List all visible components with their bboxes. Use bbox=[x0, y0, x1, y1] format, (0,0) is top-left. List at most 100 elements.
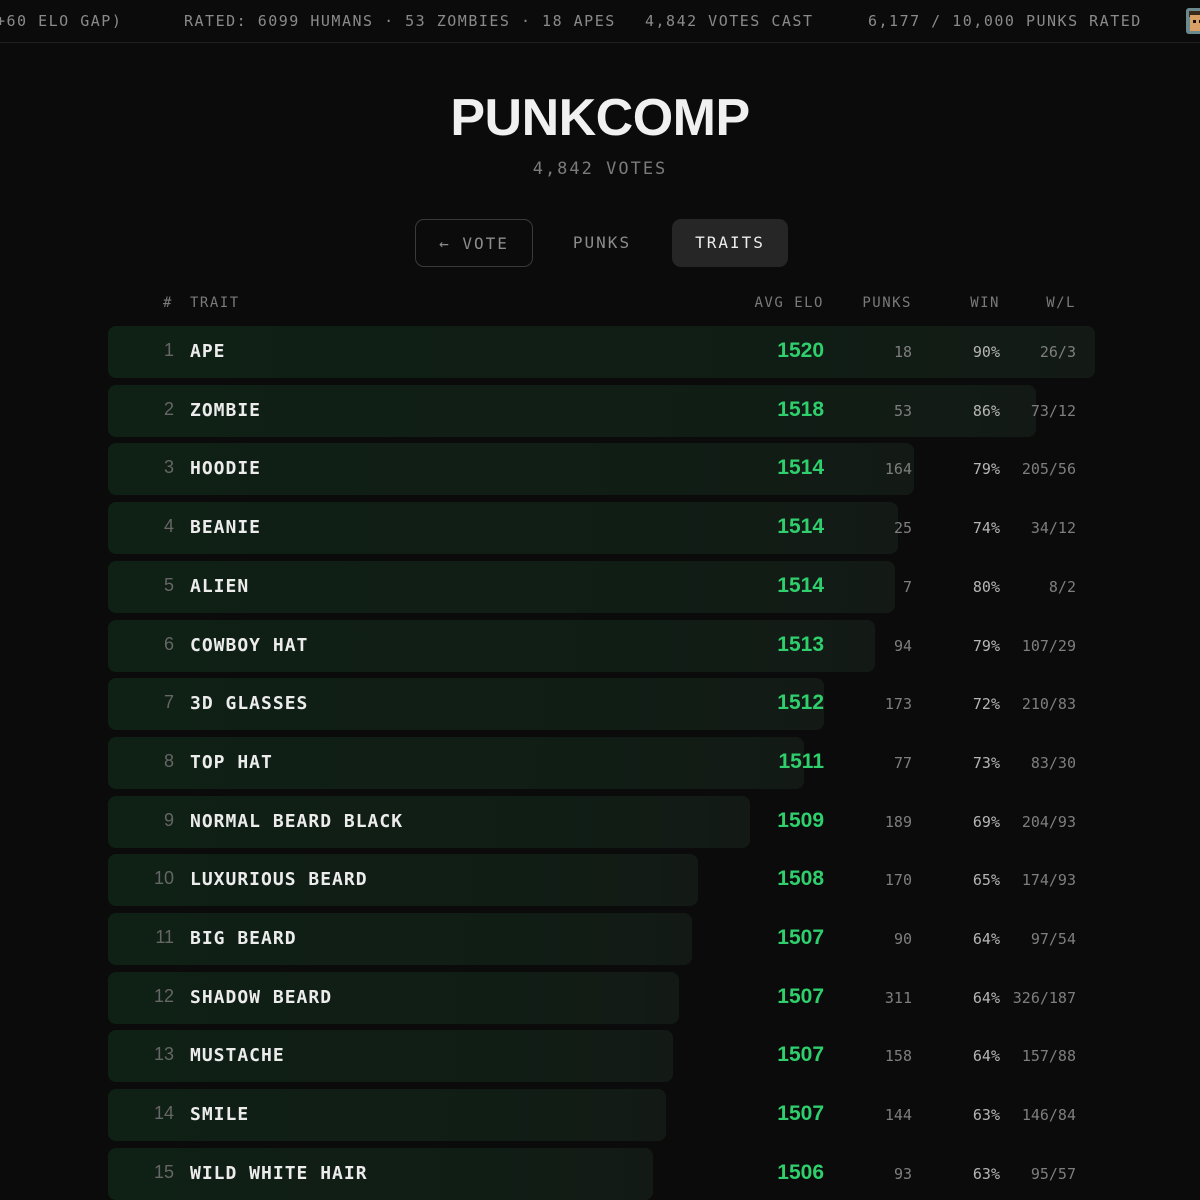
column-header-trait[interactable]: TRAIT bbox=[190, 295, 240, 311]
row-trait-name: TOP HAT bbox=[190, 751, 273, 773]
row-punk-count: 173 bbox=[884, 695, 912, 714]
row-punk-count: 53 bbox=[893, 401, 912, 420]
table-row[interactable]: 10 LUXURIOUS BEARD 1508 170 65% 174/93 bbox=[0, 854, 1200, 907]
row-rank: 3 bbox=[163, 457, 174, 478]
row-win-loss: 146/84 bbox=[1021, 1106, 1076, 1125]
row-rank: 5 bbox=[163, 574, 174, 595]
row-trait-name: LUXURIOUS BEARD bbox=[190, 869, 368, 891]
row-win-rate: 86% bbox=[972, 401, 1000, 420]
row-punk-count: 164 bbox=[884, 460, 912, 479]
tab-traits[interactable]: TRAITS bbox=[672, 219, 788, 267]
table-row[interactable]: 4 BEANIE 1514 25 74% 34/12 bbox=[0, 502, 1200, 555]
row-rank: 7 bbox=[163, 692, 174, 713]
row-punk-count: 170 bbox=[884, 871, 912, 890]
row-win-rate: 74% bbox=[972, 519, 1000, 538]
tab-vote[interactable]: ← VOTE bbox=[415, 219, 533, 267]
row-punk-count: 7 bbox=[902, 577, 912, 596]
row-rank: 9 bbox=[163, 809, 174, 830]
row-trait-name: COWBOY HAT bbox=[190, 634, 309, 656]
row-rank: 10 bbox=[153, 868, 174, 889]
row-trait-name: MUSTACHE bbox=[190, 1045, 285, 1067]
row-win-loss: 205/56 bbox=[1021, 460, 1076, 479]
row-avg-elo: 1509 bbox=[777, 808, 824, 832]
row-punk-count: 77 bbox=[893, 753, 912, 772]
row-avg-elo: 1513 bbox=[777, 632, 824, 656]
row-rank: 4 bbox=[163, 516, 174, 537]
tab-punks[interactable]: PUNKS bbox=[552, 219, 652, 267]
column-header-wl[interactable]: W/L bbox=[1046, 295, 1076, 311]
row-trait-name: SHADOW BEARD bbox=[190, 986, 333, 1008]
row-win-loss: 157/88 bbox=[1021, 1047, 1076, 1066]
vote-count-subtitle: 4,842 VOTES bbox=[532, 159, 668, 179]
row-avg-elo: 1512 bbox=[777, 691, 824, 715]
column-header-avg-elo[interactable]: AVG ELO bbox=[754, 295, 824, 311]
table-row[interactable]: 13 MUSTACHE 1507 158 64% 157/88 bbox=[0, 1030, 1200, 1083]
table-row[interactable]: 14 SMILE 1507 144 63% 146/84 bbox=[0, 1089, 1200, 1142]
row-punk-count: 18 bbox=[893, 343, 912, 361]
ticker-votes-cast: 4,842 VOTES CAST bbox=[645, 12, 814, 30]
row-rank: 12 bbox=[153, 985, 174, 1006]
row-rank: 13 bbox=[153, 1044, 174, 1065]
row-win-loss: 210/83 bbox=[1021, 695, 1076, 714]
table-row[interactable]: 7 3D GLASSES 1512 173 72% 210/83 bbox=[0, 678, 1200, 731]
row-rank: 6 bbox=[163, 633, 174, 654]
row-win-rate: 64% bbox=[972, 988, 1000, 1007]
row-punk-count: 25 bbox=[893, 519, 912, 538]
row-win-rate: 64% bbox=[972, 1047, 1000, 1066]
table-row[interactable]: 11 BIG BEARD 1507 90 64% 97/54 bbox=[0, 913, 1200, 965]
row-avg-elo: 1507 bbox=[777, 1102, 824, 1126]
view-tabs: ← VOTE PUNKS TRAITS bbox=[0, 219, 1200, 269]
row-avg-elo: 1507 bbox=[777, 984, 824, 1008]
row-trait-name: 3D GLASSES bbox=[190, 693, 309, 715]
table-row[interactable]: 6 COWBOY HAT 1513 94 79% 107/29 bbox=[0, 619, 1200, 672]
table-row[interactable]: 9 NORMAL BEARD BLACK 1509 189 69% 204/93 bbox=[0, 795, 1200, 848]
row-win-loss: 73/12 bbox=[1030, 401, 1076, 420]
row-trait-name: HOODIE bbox=[190, 458, 262, 480]
row-punk-count: 311 bbox=[884, 988, 912, 1007]
row-trait-name: NORMAL BEARD BLACK bbox=[190, 810, 404, 832]
row-rank: 14 bbox=[153, 1103, 174, 1124]
row-avg-elo: 1514 bbox=[777, 515, 824, 539]
column-header-win[interactable]: WIN bbox=[970, 295, 1000, 311]
table-row[interactable]: 1 APE 1520 18 90% 26/3 bbox=[0, 326, 1200, 378]
row-rank: 15 bbox=[153, 1161, 174, 1182]
row-trait-name: WILD WHITE HAIR bbox=[190, 1162, 368, 1184]
row-win-rate: 63% bbox=[972, 1106, 1000, 1125]
column-header-rank: # bbox=[163, 295, 173, 311]
row-win-rate: 79% bbox=[972, 460, 1000, 479]
row-trait-name: APE bbox=[190, 341, 226, 362]
row-rank: 2 bbox=[163, 398, 174, 419]
row-avg-elo: 1508 bbox=[777, 867, 824, 891]
row-avg-elo: 1507 bbox=[777, 926, 824, 949]
row-trait-name: ALIEN bbox=[190, 575, 250, 597]
row-win-rate: 80% bbox=[972, 577, 1000, 596]
row-avg-elo: 1507 bbox=[777, 1043, 824, 1067]
row-rank: 1 bbox=[163, 340, 174, 360]
row-win-rate: 63% bbox=[972, 1164, 1000, 1183]
table-row[interactable]: 12 SHADOW BEARD 1507 311 64% 326/187 bbox=[0, 971, 1200, 1024]
row-punk-count: 158 bbox=[884, 1047, 912, 1066]
column-header-punks[interactable]: PUNKS bbox=[862, 295, 912, 311]
table-row[interactable]: 5 ALIEN 1514 7 80% 8/2 bbox=[0, 560, 1200, 613]
ticker-rated-counts: RATED: 6099 HUMANS · 53 ZOMBIES · 18 APE… bbox=[184, 12, 616, 30]
row-avg-elo: 1514 bbox=[777, 456, 824, 480]
row-win-loss: 204/93 bbox=[1021, 812, 1076, 831]
row-trait-name: BEANIE bbox=[190, 517, 262, 539]
row-win-loss: 8/2 bbox=[1048, 577, 1076, 596]
row-win-rate: 90% bbox=[972, 343, 1000, 361]
row-win-rate: 73% bbox=[972, 753, 1000, 772]
row-avg-elo: 1518 bbox=[777, 397, 824, 421]
stats-ticker: +60 ELO GAP) RATED: 6099 HUMANS · 53 ZOM… bbox=[0, 0, 1200, 43]
row-punk-count: 189 bbox=[884, 812, 912, 831]
row-avg-elo: 1520 bbox=[777, 339, 824, 362]
row-win-loss: 326/187 bbox=[1012, 988, 1076, 1007]
table-row[interactable]: 3 HOODIE 1514 164 79% 205/56 bbox=[0, 443, 1200, 496]
table-row[interactable]: 15 WILD WHITE HAIR 1506 93 63% 95/57 bbox=[0, 1147, 1200, 1200]
page-title: PUNKCOMP bbox=[450, 89, 750, 147]
table-row[interactable]: 8 TOP HAT 1511 77 73% 83/30 bbox=[0, 736, 1200, 789]
row-trait-name: ZOMBIE bbox=[190, 399, 262, 421]
row-avg-elo: 1514 bbox=[777, 573, 824, 597]
table-row[interactable]: 2 ZOMBIE 1518 53 86% 73/12 bbox=[0, 384, 1200, 437]
ticker-punks-rated: 6,177 / 10,000 PUNKS RATED bbox=[868, 12, 1142, 30]
row-win-loss: 95/57 bbox=[1030, 1164, 1076, 1183]
